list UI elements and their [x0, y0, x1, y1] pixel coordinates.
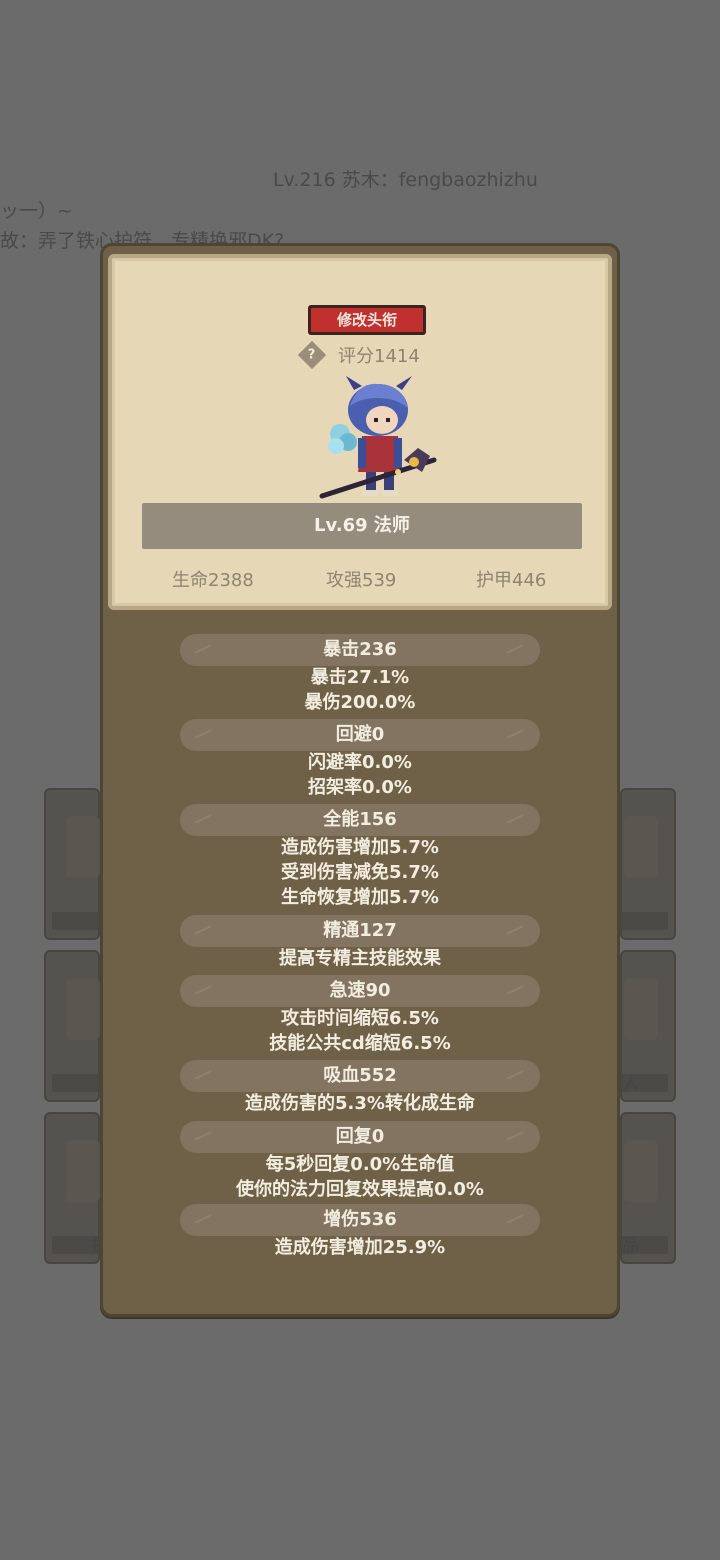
stat-detail: 招架率0.0% [308, 777, 412, 798]
stat-detail: 攻击时间缩短6.5% [281, 1008, 439, 1029]
stat-header-avoidance: 回避0 [180, 719, 540, 751]
player-header: Lv.216 苏木：fengbaozhizhu [273, 169, 538, 191]
stat-header-regen: 回复0 [180, 1121, 540, 1153]
stat-detail: 技能公共cd缩短6.5% [269, 1033, 451, 1054]
stat-detail: 造成伤害的5.3%转化成生命 [245, 1093, 475, 1114]
stat-detail: 受到伤害减免5.7% [281, 862, 439, 883]
character-card: 修改头衔 ? 评分1414 Lv.69 法师 生命2388 攻强539 护甲44… [108, 254, 612, 610]
stat-detail: 闪避率0.0% [308, 752, 412, 773]
stat-header-versatility: 全能156 [180, 804, 540, 836]
equipment-slot [44, 950, 100, 1102]
stat-header-mastery: 精通127 [180, 915, 540, 947]
hp-stat: 生命2388 [172, 570, 254, 591]
character-stats-dialog: 修改头衔 ? 评分1414 Lv.69 法师 生命2388 攻强539 护甲44… [100, 243, 620, 1317]
stat-detail: 生命恢复增加5.7% [281, 887, 439, 908]
stat-header-haste: 急速90 [180, 975, 540, 1007]
base-stats-row: 生命2388 攻强539 护甲446 [112, 566, 608, 591]
equipment-slot [44, 788, 100, 940]
stat-header-crit: 暴击236 [180, 634, 540, 666]
stat-detail: 使你的法力回复效果提高0.0% [236, 1179, 484, 1200]
equipment-slot: 扌 [44, 1112, 107, 1264]
mage-character-portrait [319, 376, 437, 499]
equipment-slot: 品 [620, 1112, 676, 1264]
chat-line: ッ一）~ [0, 200, 73, 222]
level-class-banner: Lv.69 法师 [142, 503, 582, 549]
stat-detail: 造成伤害增加25.9% [274, 1237, 446, 1258]
stat-header-damage-bonus: 增伤536 [180, 1204, 540, 1236]
stat-detail: 暴伤200.0% [304, 692, 416, 713]
stat-detail: 提高专精主技能效果 [279, 948, 441, 969]
help-icon[interactable]: ? [297, 340, 327, 370]
attack-power-stat: 攻强539 [326, 570, 397, 591]
stat-detail: 暴击27.1% [310, 667, 410, 688]
score-value: 评分1414 [338, 346, 420, 367]
stat-detail: 造成伤害增加5.7% [281, 837, 439, 858]
equipment-slot [620, 788, 676, 940]
stat-header-leech: 吸血552 [180, 1060, 540, 1092]
rename-title-button[interactable]: 修改头衔 [308, 305, 426, 335]
armor-stat: 护甲446 [476, 570, 547, 591]
equipment-slot: 人 [620, 950, 676, 1102]
stat-detail: 每5秒回复0.0%生命值 [265, 1154, 455, 1175]
score-row: ? 评分1414 [297, 340, 420, 370]
